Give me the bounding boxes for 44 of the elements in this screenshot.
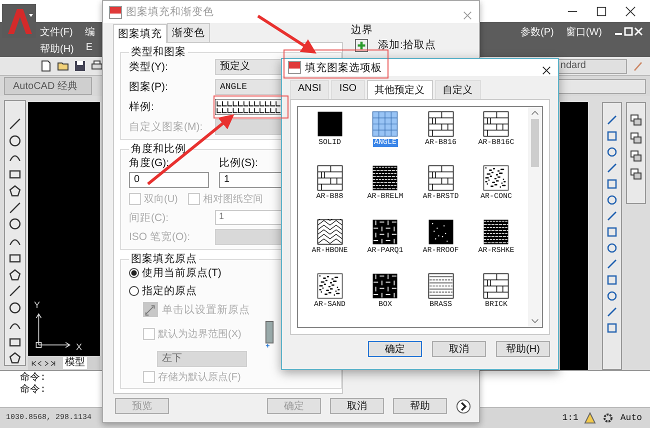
dialog-tab[interactable]: ISO	[331, 80, 365, 99]
field-label: 间距(C):	[129, 210, 170, 224]
dialog-title: 图案填充和渐变色	[126, 5, 214, 19]
dialog-button[interactable]: 帮助	[393, 398, 447, 414]
field-label: 比例(S):	[219, 156, 259, 170]
angle-dropdown[interactable]: 0	[129, 172, 209, 188]
drawing-area[interactable]: Y X 模型	[28, 102, 100, 370]
field-label: 图案(P):	[129, 80, 169, 94]
field-label: 自定义图案(M):	[129, 120, 204, 134]
workspace-dropdown[interactable]: AutoCAD 经典	[4, 77, 92, 95]
dialog-tab[interactable]: 其他预定义	[366, 80, 433, 99]
menu-item[interactable]: 文件(F)	[40, 25, 73, 39]
group-title: 图案填充原点	[130, 252, 198, 266]
menu-item[interactable]: E	[86, 42, 93, 56]
command-line: 命令:	[20, 373, 46, 384]
dialog-button[interactable]: 确定	[368, 341, 422, 357]
dialog-tab[interactable]: 自定义	[434, 80, 481, 99]
menu-item[interactable]: 编	[84, 25, 95, 39]
workspace-switch-button[interactable]: Auto	[620, 413, 642, 423]
field-label: 样例:	[129, 100, 155, 114]
spacing-field[interactable]: 1	[215, 210, 283, 225]
model-tab[interactable]: 模型	[63, 357, 87, 369]
field-label: 类型(Y):	[129, 60, 169, 74]
dialog-tab[interactable]: 渐变色	[167, 23, 210, 42]
add-pick-label: 添加:拾取点	[376, 38, 438, 52]
position-dropdown[interactable]: 左下	[157, 351, 247, 367]
group-title: 边界	[351, 23, 374, 37]
dialog-tab[interactable]: ANSI	[290, 80, 330, 99]
set-origin-label: 单击以设置新原点	[162, 302, 250, 316]
menu-item[interactable]: 帮助(H)	[40, 42, 74, 56]
menu-item[interactable]: 窗口(W)	[566, 25, 602, 39]
axis-label: X	[76, 342, 82, 352]
dialog-button[interactable]: 取消	[330, 398, 384, 414]
group-title: 类型和图案	[130, 45, 187, 59]
group-title: 角度和比例	[130, 142, 187, 156]
dialog-button[interactable]: 取消	[432, 341, 486, 357]
dialog-button[interactable]: 帮助(H)	[496, 341, 550, 357]
dialog-tab[interactable]: 图案填充	[113, 24, 167, 43]
field-label: ISO 笔宽(O):	[129, 230, 192, 244]
field-label: 角度(G):	[129, 156, 170, 170]
command-line: 命令:	[20, 385, 46, 397]
axis-label: Y	[34, 300, 40, 310]
annotation-scale-button[interactable]: 1:1	[562, 413, 578, 423]
menu-item[interactable]: 参数(P)	[520, 25, 554, 39]
